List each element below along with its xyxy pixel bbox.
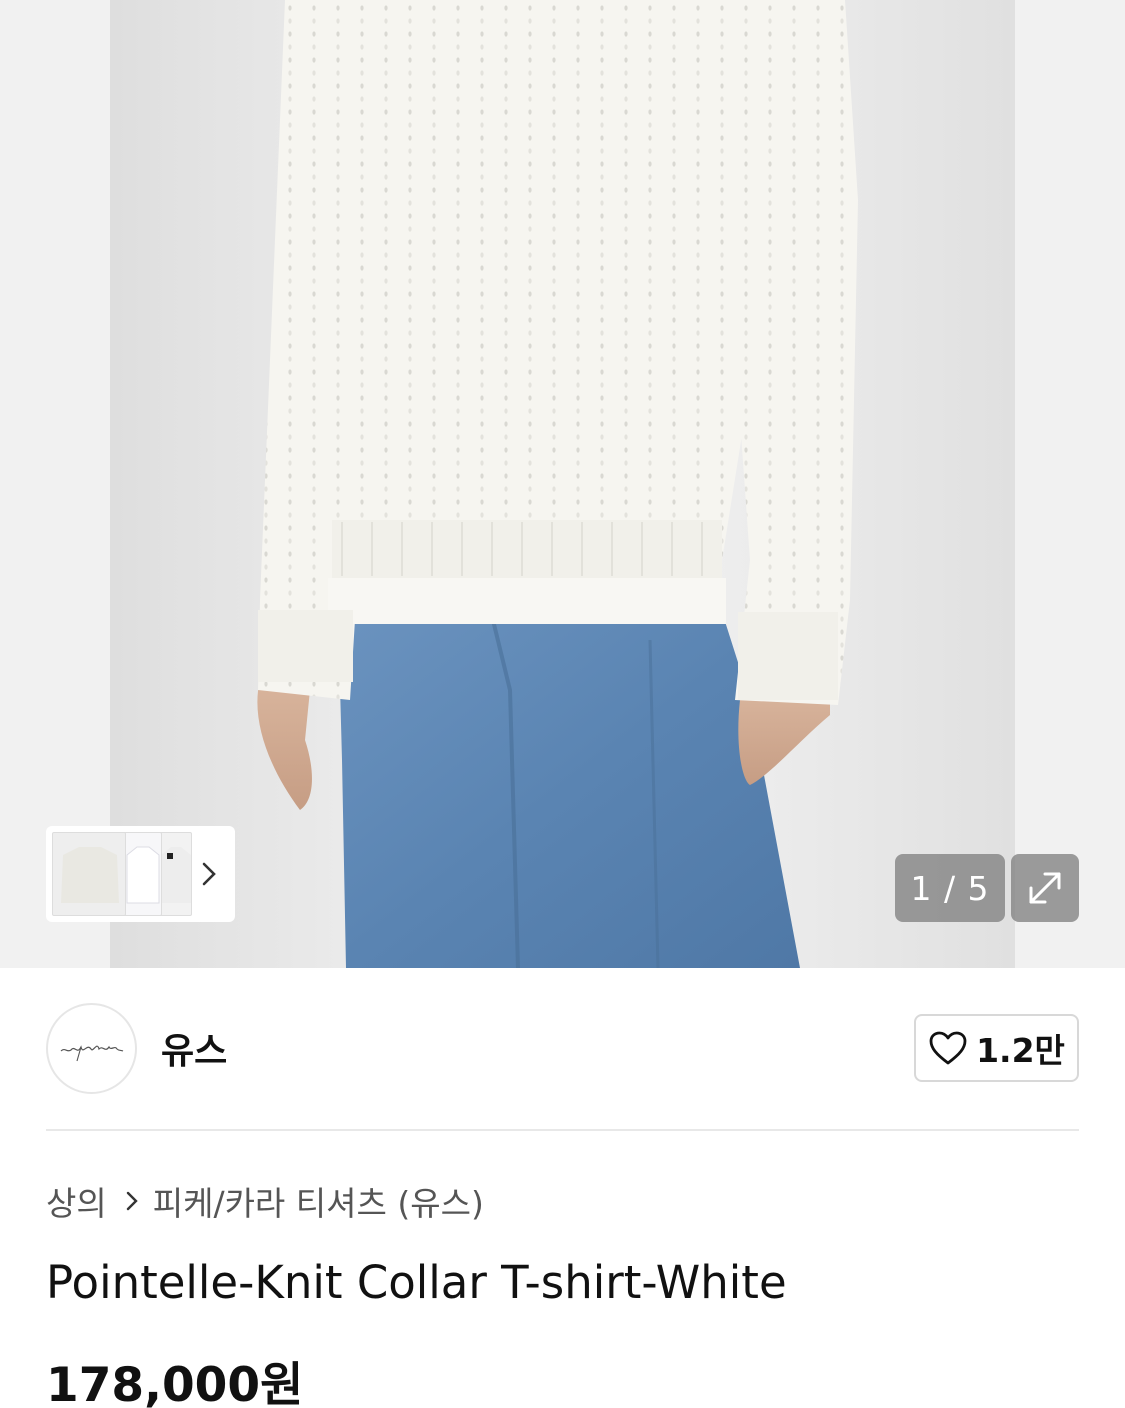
product-image-gallery[interactable]: 1 / 5 bbox=[0, 0, 1125, 968]
breadcrumb-subcategory[interactable]: 피케/카라 티셔츠 (유스) bbox=[153, 1177, 484, 1225]
expand-icon[interactable] bbox=[1011, 854, 1079, 922]
like-count: 1.2만 bbox=[976, 1031, 1065, 1070]
brand-name[interactable]: 유스 bbox=[161, 1022, 227, 1074]
like-button[interactable]: 1.2만 bbox=[914, 1014, 1079, 1082]
breadcrumb: 상의 피케/카라 티셔츠 (유스) bbox=[46, 1176, 484, 1226]
product-price: 178,000원 bbox=[46, 1358, 304, 1408]
breadcrumb-category[interactable]: 상의 bbox=[46, 1177, 107, 1225]
heart-outline-icon bbox=[929, 1031, 967, 1065]
thumbnail-1[interactable] bbox=[52, 832, 126, 916]
brand-logo[interactable] bbox=[46, 1002, 137, 1094]
chevron-right-icon bbox=[125, 1190, 139, 1212]
thumbnail-strip[interactable] bbox=[46, 826, 235, 922]
divider bbox=[46, 1129, 1079, 1131]
image-counter: 1 / 5 bbox=[895, 854, 1005, 922]
thumbnail-3[interactable] bbox=[158, 832, 192, 916]
brand-row: 유스 1.2만 bbox=[46, 1002, 1079, 1094]
thumbnail-2[interactable] bbox=[122, 832, 162, 916]
chevron-right-icon[interactable] bbox=[192, 832, 226, 916]
product-photo bbox=[257, 0, 858, 968]
product-title: Pointelle-Knit Collar T-shirt-White bbox=[46, 1256, 787, 1309]
